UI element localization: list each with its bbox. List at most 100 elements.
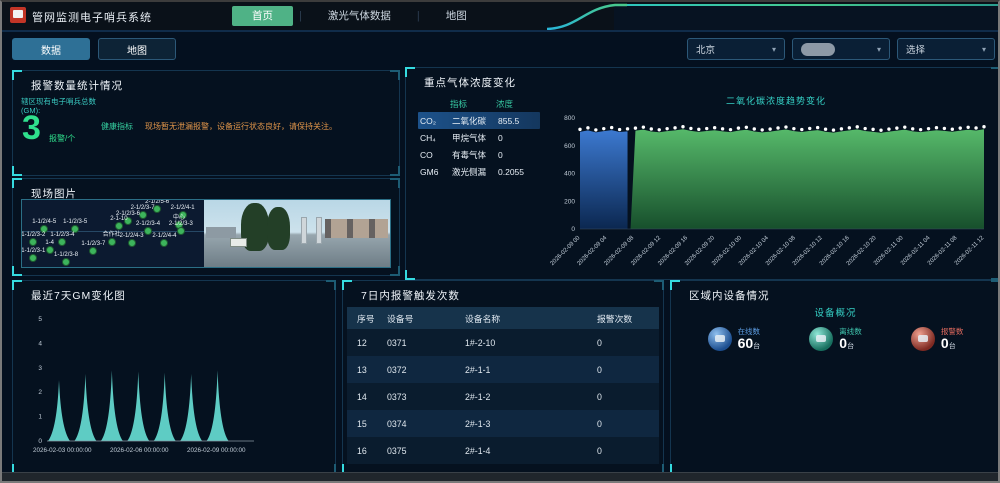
table-row[interactable]: 1503742#-1-30 — [347, 410, 659, 437]
trigger-table-body: 1203711#-2-1001303722#-1-101403732#-1-20… — [347, 329, 659, 464]
tab-laser-gas-data[interactable]: 激光气体数据 — [308, 6, 411, 26]
device-status-panel: 区域内设备情况 设备概况 在线数60台离线数0台报警数0台 — [670, 280, 1000, 474]
table-cell: 0 — [597, 419, 659, 429]
table-cell: 14 — [357, 392, 387, 402]
gas-concentration-panel: 重点气体浓度变化 指标 浓度 CO₂二氧化碳855.5CH₄甲烷气体0CO有毒气… — [405, 67, 1000, 280]
nav-right-bg — [614, 6, 998, 30]
sensor-dot[interactable]: 1-4 — [46, 246, 54, 254]
sensor-dot[interactable]: 1-1/2/3-1 — [29, 254, 37, 262]
table-row[interactable]: 1403732#-1-20 — [347, 383, 659, 410]
device-icon — [809, 327, 833, 351]
sensor-dot-label: 2-1-10 — [110, 216, 127, 222]
table-cell: 1#-2-10 — [465, 338, 597, 348]
sensor-dot-label: 2-1/2/4-4 — [152, 233, 176, 239]
sensor-dot[interactable]: 2-1/2/4-3 — [128, 239, 136, 247]
svg-text:2026-02-09 00:00:00: 2026-02-09 00:00:00 — [187, 447, 246, 454]
gate-sign — [230, 238, 247, 247]
co2-trend-chart: 02004006008002026-02-09 002026-02-09 042… — [546, 104, 996, 284]
sensor-dot-label: 1-1/2/3-1 — [21, 248, 45, 254]
table-cell: 2#-1-2 — [465, 392, 597, 402]
region-select[interactable]: 北京 ▾ — [687, 38, 785, 60]
table-cell: 2#-1-1 — [465, 365, 597, 375]
health-indicator-text: 现场暂无泄漏报警，设备运行状态良好，请保持关注。 — [145, 121, 337, 132]
stat-value: 0台 — [839, 336, 862, 354]
gas-table-row[interactable]: CO有毒气体0 — [418, 146, 540, 163]
building-left — [206, 227, 236, 238]
map-button[interactable]: 地图 — [98, 38, 176, 60]
tree — [267, 207, 289, 250]
device-stat: 在线数60台 — [708, 327, 761, 354]
table-cell: 2#-1-3 — [465, 419, 597, 429]
alarm-trigger-panel: 7日内报警触发次数 序号 设备号 设备名称 报警次数 1203711#-2-10… — [342, 280, 664, 474]
gas-cell: 有毒气体 — [452, 149, 498, 161]
gate-pillar — [301, 217, 307, 244]
svg-text:2026-02-11 12: 2026-02-11 12 — [954, 235, 986, 267]
alarm-stats-panel: 报警数量统计情况 辖区现有电子哨兵总数 (GM): 3 报警/个 健康指标 现场… — [12, 70, 400, 176]
gas-panel-title: 重点气体浓度变化 — [424, 75, 516, 90]
data-button[interactable]: 数据 — [12, 38, 90, 60]
sensor-dot-label: 2-1/2/3-4 — [136, 221, 160, 227]
gas-table-row[interactable]: CO₂二氧化碳855.5 — [418, 112, 540, 129]
table-cell: 0374 — [387, 419, 465, 429]
gas-cell: CO₂ — [420, 116, 452, 126]
gas-cell: 0.2055 — [498, 167, 538, 177]
device-select[interactable]: ▾ — [792, 38, 890, 60]
sensor-dot[interactable]: 1-1/2/3-7 — [89, 247, 97, 255]
gas-cell: 甲烷气体 — [452, 132, 498, 144]
table-cell: 0371 — [387, 338, 465, 348]
svg-text:600: 600 — [564, 143, 575, 150]
tab-home[interactable]: 首页 — [232, 6, 293, 26]
sensor-dot-label: 1-1/2/3-4 — [50, 232, 74, 238]
sensor-dot-label: 1-1/2/3-5 — [63, 219, 87, 225]
sensor-dot[interactable]: 2-1/2/3-3 — [177, 227, 185, 235]
top-nav: 管网监测电子哨兵系统 首页 | 激光气体数据 | 地图 — [2, 2, 998, 32]
table-row[interactable]: 1603752#-1-40 — [347, 437, 659, 464]
table-cell: 0 — [597, 338, 659, 348]
gas-table-row[interactable]: GM6激光侧漏0.2055 — [418, 163, 540, 180]
svg-text:2: 2 — [38, 389, 42, 396]
gas-cell: 二氧化碳 — [452, 115, 498, 127]
region-select-value: 北京 — [696, 42, 715, 56]
site-photo-panel: 现场图片 2-1/2/5-62-1/2/3-72-1/2/4-12-1/2/3-… — [12, 178, 400, 276]
alarm-count-unit: 报警/个 — [49, 133, 75, 144]
sensor-dot[interactable]: 1-1/2/3-8 — [62, 258, 70, 266]
table-cell: 0 — [597, 392, 659, 402]
device-status-title: 区域内设备情况 — [689, 288, 770, 303]
sensor-dot[interactable]: 1-1/2/3-4 — [58, 238, 66, 246]
table-cell: 15 — [357, 419, 387, 429]
stat-value: 60台 — [738, 336, 761, 354]
device-select-pill — [801, 43, 835, 56]
svg-text:200: 200 — [564, 198, 575, 205]
table-row[interactable]: 1303722#-1-10 — [347, 356, 659, 383]
nav-tabs: 首页 | 激光气体数据 | 地图 — [232, 2, 487, 30]
sensor-map-schematic: 2-1/2/5-62-1/2/3-72-1/2/4-12-1/2/3-6中心2-… — [22, 200, 204, 267]
device-icon — [911, 327, 935, 351]
svg-text:800: 800 — [564, 115, 575, 122]
sensor-dot[interactable]: 1-1/2/3-2 — [29, 238, 37, 246]
gas-cell: 855.5 — [498, 116, 538, 126]
table-cell: 16 — [357, 446, 387, 456]
table-row[interactable]: 1203711#-2-100 — [347, 329, 659, 356]
table-cell: 2#-1-4 — [465, 446, 597, 456]
device-stat: 离线数0台 — [809, 327, 862, 354]
mode-select[interactable]: 选择 ▾ — [897, 38, 995, 60]
gas-table-row[interactable]: CH₄甲烷气体0 — [418, 129, 540, 146]
street-photo — [204, 200, 390, 267]
gas-table-header: 指标 浓度 — [418, 98, 536, 110]
sensor-dot-label: 1-1/2/4-5 — [32, 219, 56, 225]
app-logo-icon — [10, 7, 26, 23]
tab-map[interactable]: 地图 — [426, 6, 487, 26]
sensor-dot-label: 1-1/2/3-8 — [54, 252, 78, 258]
sensor-dot[interactable]: 合作社 — [108, 238, 116, 246]
svg-text:0: 0 — [571, 226, 575, 233]
alarm-trigger-title: 7日内报警触发次数 — [361, 288, 460, 303]
table-cell: 13 — [357, 365, 387, 375]
site-photo-frame[interactable]: 2-1/2/5-62-1/2/3-72-1/2/4-12-1/2/3-6中心2-… — [21, 199, 391, 268]
sensor-dot[interactable]: 2-1/2/3-4 — [144, 227, 152, 235]
sensor-dot[interactable]: 2-1/2/4-4 — [160, 239, 168, 247]
svg-text:3: 3 — [38, 365, 42, 372]
gas-cell: 0 — [498, 150, 538, 160]
device-stat: 报警数0台 — [911, 327, 964, 354]
table-cell: 0373 — [387, 392, 465, 402]
sensor-dot[interactable]: 2-1-10 — [115, 222, 123, 230]
